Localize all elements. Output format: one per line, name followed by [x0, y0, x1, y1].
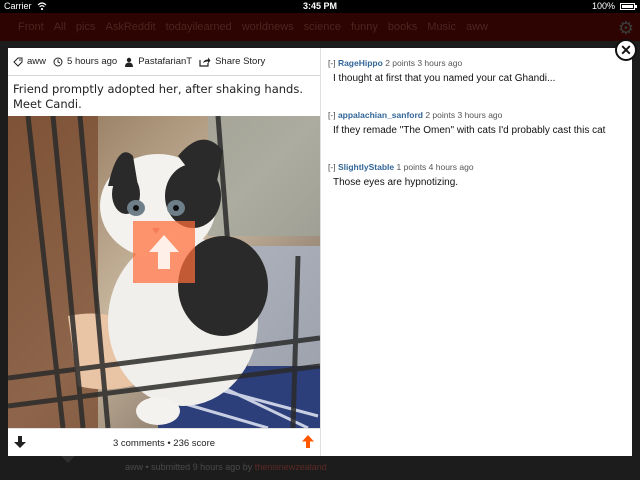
comment: [-] SlightlyStable 1 points 4 hours ago …: [321, 160, 632, 206]
upvote-button[interactable]: [302, 435, 314, 451]
collapse-toggle[interactable]: [-]: [328, 162, 336, 172]
tab-pics[interactable]: pics: [76, 21, 96, 33]
comment-header: [-] appalachian_sanford 2 points 3 hours…: [328, 108, 632, 122]
upvote-overlay-button[interactable]: [133, 221, 195, 283]
tab-aww[interactable]: aww: [466, 21, 488, 33]
status-bar: Carrier 3:45 PM 100%: [0, 0, 640, 13]
comment-header: [-] RageHippo 2 points 3 hours ago: [328, 56, 632, 70]
background-listing: aww • submitted 9 hours ago by thenisnew…: [0, 456, 640, 480]
comment-meta: 1 points 4 hours ago: [396, 162, 474, 172]
comment-meta: 2 points 3 hours ago: [385, 58, 463, 68]
arrow-down-icon: [14, 436, 26, 448]
comment: [-] RageHippo 2 points 3 hours ago I tho…: [321, 56, 632, 102]
collapse-toggle[interactable]: [-]: [328, 58, 336, 68]
post-time: 5 hours ago: [53, 56, 117, 67]
tab-books[interactable]: books: [388, 21, 417, 33]
close-button[interactable]: ✕: [615, 39, 637, 61]
tab-askreddit[interactable]: AskReddit: [105, 21, 155, 33]
comment-header: [-] SlightlyStable 1 points 4 hours ago: [328, 160, 632, 174]
tab-science[interactable]: science: [304, 21, 341, 33]
listing-author[interactable]: thenisnewzealand: [255, 462, 327, 472]
close-icon: ✕: [620, 42, 632, 58]
comment-author[interactable]: SlightlyStable: [338, 162, 394, 172]
battery-icon: [620, 3, 637, 10]
story-modal: aww 5 hours ago PastafarianT Share Story…: [8, 48, 632, 456]
share-icon: [199, 57, 211, 67]
comment-body: If they remade "The Omen" with cats I'd …: [333, 125, 606, 136]
clock-icon: [53, 57, 63, 66]
comments-score-link[interactable]: 3 comments • 236 score: [113, 438, 215, 449]
tab-todayilearned[interactable]: todayilearned: [166, 21, 232, 33]
comment-author[interactable]: appalachian_sanford: [338, 110, 423, 120]
clock: 3:45 PM: [302, 1, 337, 11]
post-footer: 3 comments • 236 score: [8, 428, 320, 457]
battery-percent: 100%: [591, 1, 615, 11]
downvote-button[interactable]: [14, 436, 26, 451]
caret-down-icon: [61, 456, 75, 463]
comment-body: I thought at first that you named your c…: [333, 73, 556, 84]
comment-body: Those eyes are hypnotizing.: [333, 177, 459, 188]
gear-icon[interactable]: ⚙: [618, 18, 634, 39]
tab-funny[interactable]: funny: [351, 21, 378, 33]
comment-author[interactable]: RageHippo: [338, 58, 383, 68]
post-meta-bar: aww 5 hours ago PastafarianT Share Story: [8, 48, 320, 76]
post-image[interactable]: [8, 116, 320, 428]
subreddit-link[interactable]: aww: [13, 56, 46, 67]
arrow-up-icon: [302, 435, 314, 448]
listing-subline: aww • submitted 9 hours ago by thenisnew…: [125, 462, 327, 472]
comment-meta: 2 points 3 hours ago: [425, 110, 503, 120]
user-icon: [125, 57, 134, 67]
post-pane: aww 5 hours ago PastafarianT Share Story…: [8, 48, 320, 456]
tag-icon: [13, 57, 23, 67]
comments-pane: [-] RageHippo 2 points 3 hours ago I tho…: [320, 48, 632, 456]
app-header: Front All pics AskReddit todayilearned worldn…: [0, 13, 640, 41]
comment: [-] appalachian_sanford 2 points 3 hours…: [321, 108, 632, 154]
subreddit-tabs: Front All pics AskReddit todayilearned worldn…: [0, 21, 488, 33]
collapse-toggle[interactable]: [-]: [328, 110, 336, 120]
share-story-button[interactable]: Share Story: [199, 56, 265, 67]
tab-front[interactable]: Front: [18, 21, 44, 33]
tab-all[interactable]: All: [54, 21, 66, 33]
tab-music[interactable]: Music: [427, 21, 456, 33]
post-author[interactable]: PastafarianT: [124, 56, 192, 67]
arrow-up-icon: [149, 235, 179, 269]
tab-worldnews[interactable]: worldnews: [242, 21, 294, 33]
